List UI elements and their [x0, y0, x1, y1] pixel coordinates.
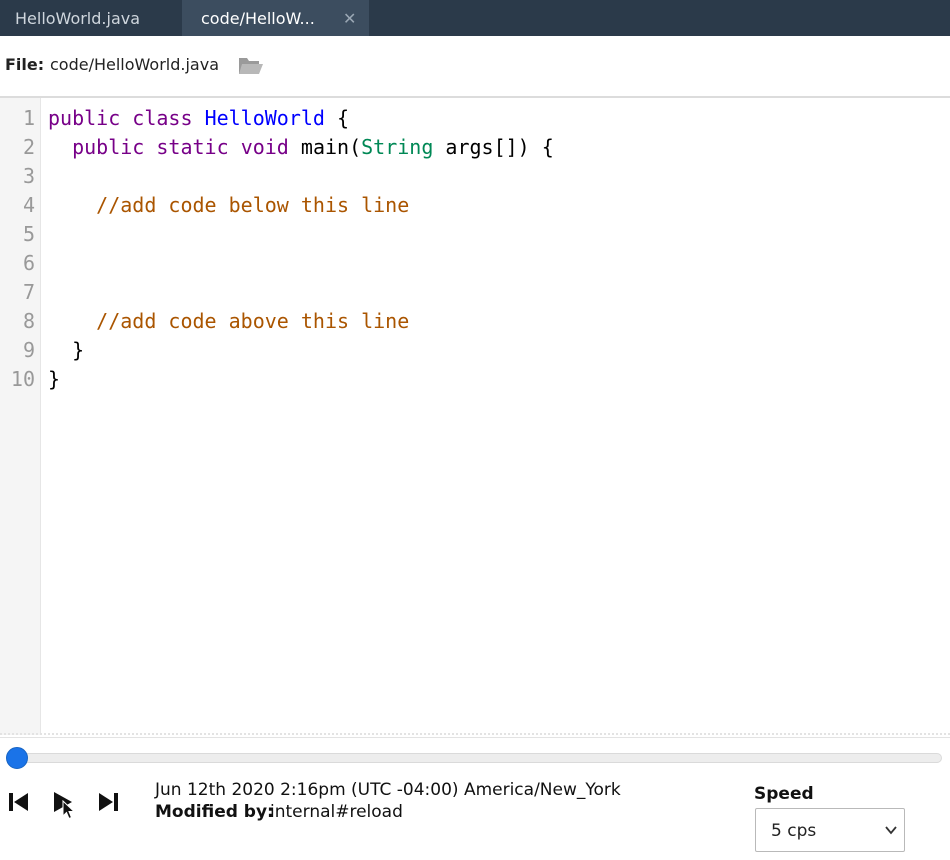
code-line[interactable]: public static void main(String args[]) { — [48, 133, 554, 162]
tab-helloworld-java[interactable]: HelloWorld.java — [0, 0, 180, 36]
line-number: 9 — [22, 338, 35, 362]
timeline-slider-track[interactable] — [8, 753, 942, 763]
code-token: } — [48, 367, 61, 391]
line-number: 7 — [22, 280, 35, 304]
code-line[interactable] — [48, 278, 554, 307]
code-token: String — [361, 135, 434, 159]
code-token: //add code above this line — [96, 309, 410, 333]
speed-value: 5 cps — [771, 821, 817, 841]
tab-bar: HelloWorld.java code/HelloW... ✕ — [0, 0, 950, 36]
code-line[interactable]: //add code above this line — [48, 307, 554, 336]
file-bar: File: code/HelloWorld.java — [0, 36, 950, 98]
tab-label: code/HelloW... — [201, 8, 315, 28]
line-number: 8 — [22, 309, 35, 333]
code-line[interactable] — [48, 249, 554, 278]
code-editor[interactable]: 1 2 3 4 5 6 7 8 9 10 public class HelloWorld { pu… — [0, 98, 950, 735]
code-line[interactable] — [48, 220, 554, 249]
code-token: { — [324, 106, 350, 130]
chevron-down-icon — [885, 826, 897, 835]
code-token: args[]) { — [433, 135, 554, 159]
code-token: } — [48, 338, 85, 362]
speed-select[interactable]: 5 cps — [755, 808, 905, 852]
code-line[interactable] — [48, 162, 554, 191]
modified-by-value: internal#reload — [270, 802, 403, 822]
file-label: File: — [5, 55, 45, 74]
code-token: public — [48, 106, 121, 130]
close-tab-icon[interactable]: ✕ — [343, 0, 356, 36]
editor-bottom-border — [0, 733, 950, 735]
line-number: 3 — [22, 164, 35, 188]
tab-label: HelloWorld.java — [15, 8, 141, 28]
code-token: static — [156, 135, 229, 159]
speed-label: Speed — [754, 784, 814, 804]
code-token: main( — [288, 135, 362, 159]
playback-panel: Jun 12th 2020 2:16pm (UTC -04:00) Americ… — [0, 737, 950, 860]
code-line[interactable]: } — [48, 336, 554, 365]
mouse-pointer-icon — [62, 800, 76, 820]
code-content[interactable]: public class HelloWorld { public static … — [48, 104, 554, 394]
modified-by-label: Modified by: — [155, 802, 274, 822]
folder-open-icon[interactable] — [238, 54, 264, 76]
code-token: class — [132, 106, 193, 130]
line-number: 1 — [22, 106, 35, 130]
code-token: //add code below this line — [96, 193, 410, 217]
line-number-gutter: 1 2 3 4 5 6 7 8 9 10 — [0, 98, 41, 735]
code-line[interactable]: } — [48, 365, 554, 394]
code-token: void — [240, 135, 289, 159]
code-line[interactable]: public class HelloWorld { — [48, 104, 554, 133]
timeline-slider-thumb[interactable] — [6, 747, 28, 769]
skip-back-icon[interactable] — [6, 790, 32, 814]
line-number: 2 — [22, 135, 35, 159]
tab-code-helloworld[interactable]: code/HelloW... — [182, 0, 369, 36]
code-line[interactable]: //add code below this line — [48, 191, 554, 220]
line-number: 10 — [10, 367, 35, 391]
code-token: public — [72, 135, 145, 159]
file-path: code/HelloWorld.java — [50, 55, 219, 74]
line-number: 6 — [22, 251, 35, 275]
line-number: 5 — [22, 222, 35, 246]
code-token: HelloWorld — [204, 106, 325, 130]
revision-timestamp: Jun 12th 2020 2:16pm (UTC -04:00) Americ… — [155, 780, 621, 800]
line-number: 4 — [22, 193, 35, 217]
skip-forward-icon[interactable] — [96, 790, 122, 814]
